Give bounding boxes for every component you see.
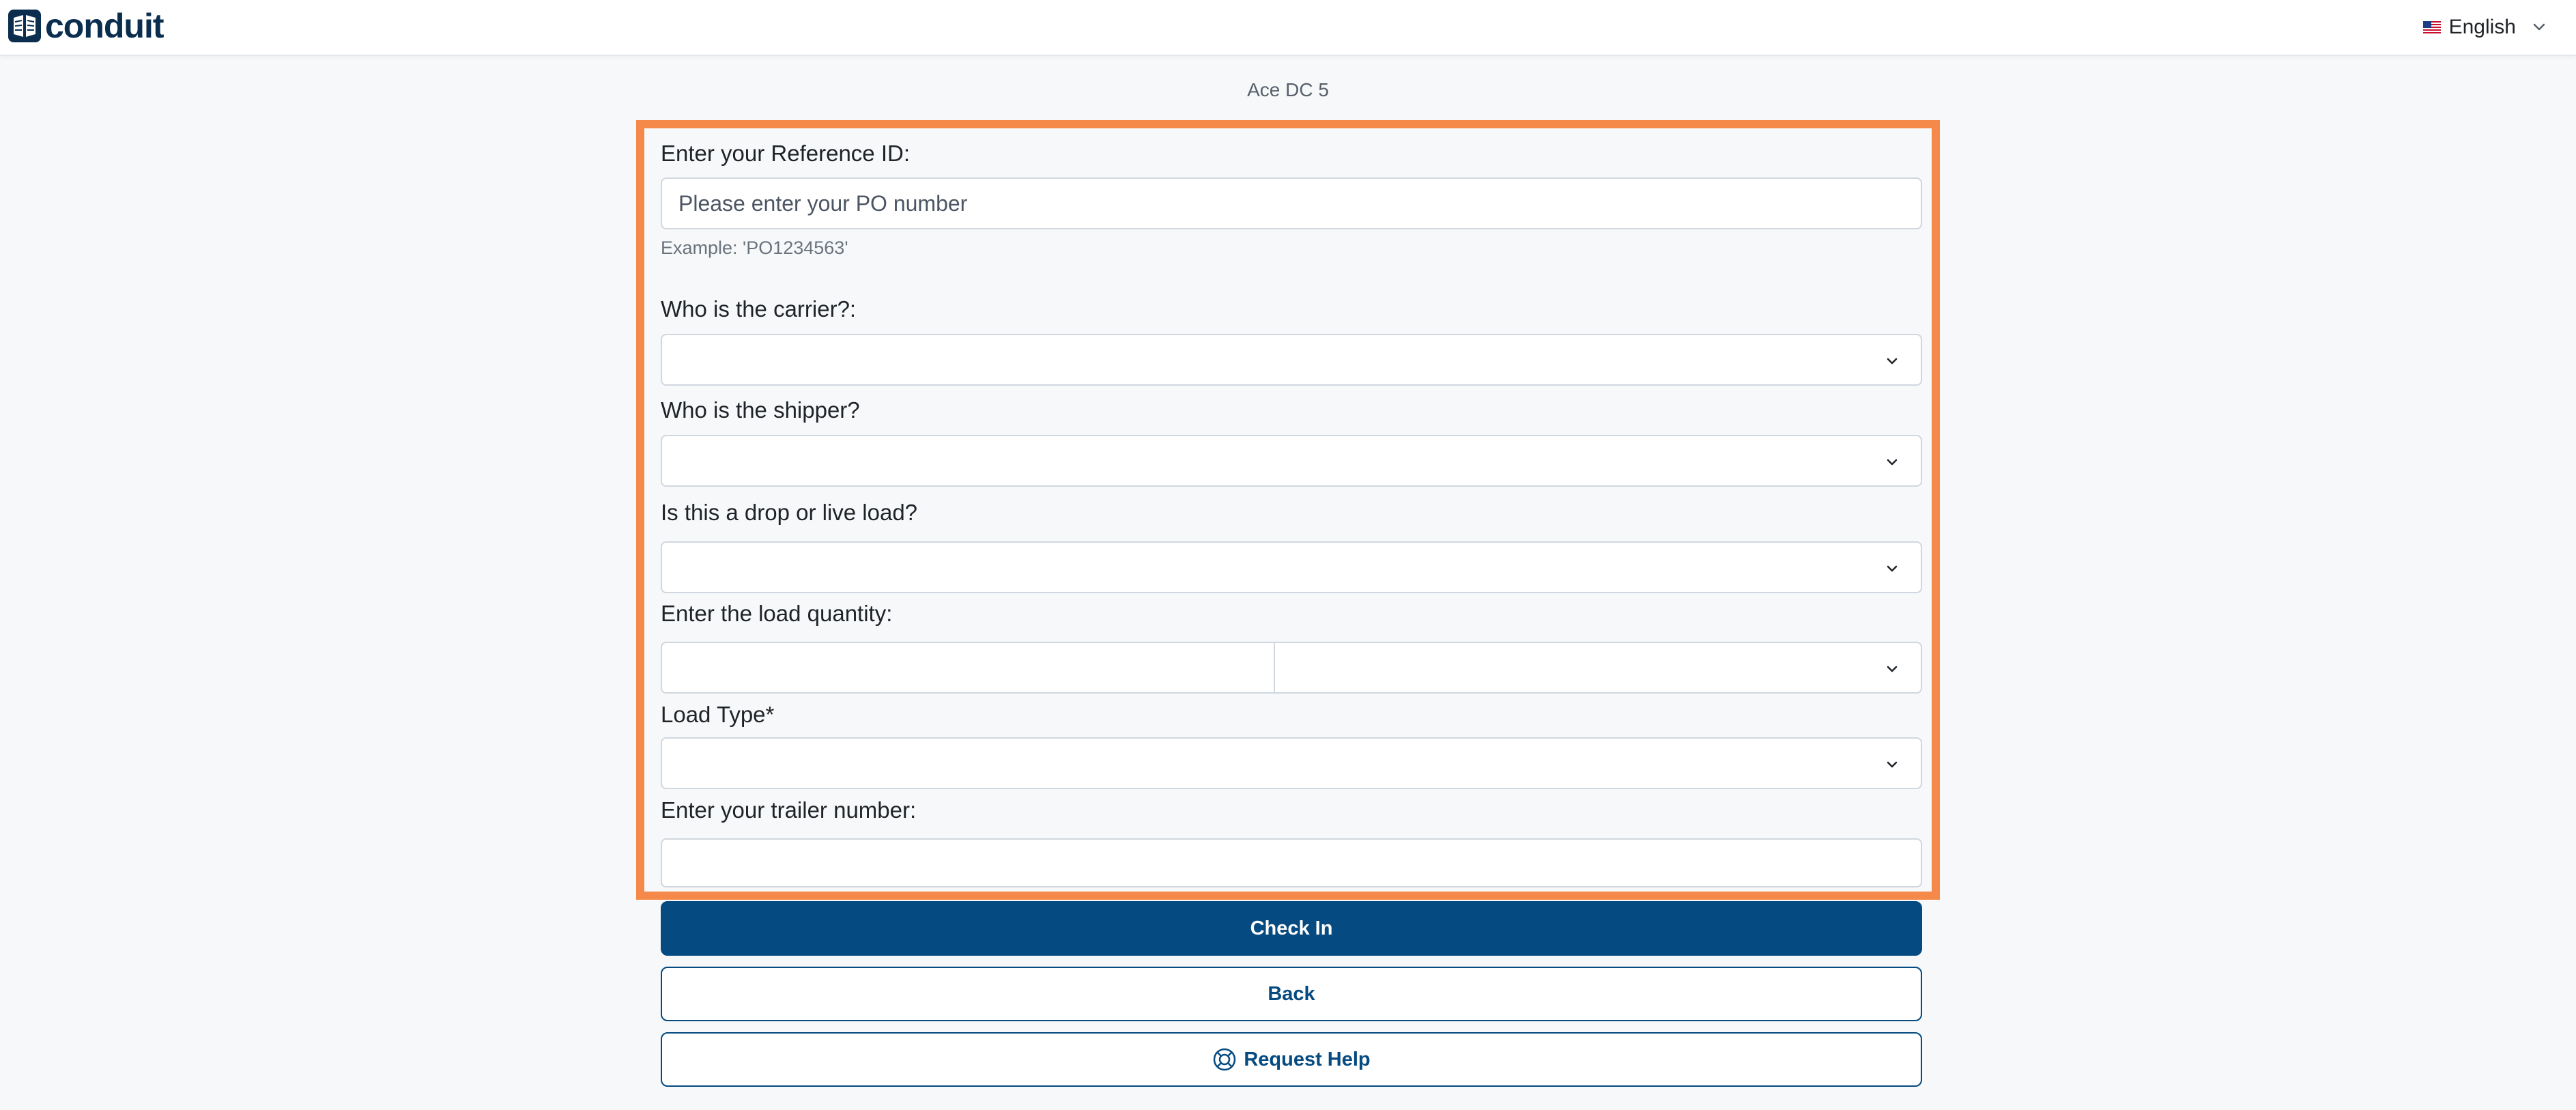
chevron-down-icon	[1887, 666, 1898, 672]
request-help-label: Request Help	[1244, 1048, 1371, 1070]
shipper-select[interactable]	[661, 435, 1922, 487]
language-selector[interactable]: English	[2422, 11, 2549, 44]
load-mode-select[interactable]	[661, 541, 1922, 593]
back-label: Back	[1268, 982, 1315, 1005]
shipper-label: Who is the shipper?	[661, 397, 860, 423]
load-quantity-field[interactable]	[662, 643, 1275, 692]
back-button[interactable]: Back	[661, 967, 1922, 1021]
trailer-number-input[interactable]	[662, 840, 1921, 886]
conduit-logo[interactable]: conduit	[7, 7, 164, 45]
chevron-down-icon	[1887, 459, 1898, 466]
load-quantity-group	[661, 642, 1922, 694]
trailer-number-label: Enter your trailer number:	[661, 797, 917, 823]
trailer-number-field[interactable]	[661, 838, 1922, 887]
top-header: conduit English	[0, 0, 2576, 56]
carrier-select[interactable]	[661, 334, 1922, 386]
reference-id-input[interactable]	[662, 179, 1921, 228]
chevron-down-icon	[1887, 358, 1898, 365]
chevron-down-icon	[1887, 761, 1898, 768]
reference-id-label: Enter your Reference ID:	[661, 141, 910, 166]
site-name: Ace DC 5	[1247, 79, 1329, 100]
load-quantity-label: Enter the load quantity:	[661, 601, 893, 626]
conduit-logo-icon	[8, 10, 41, 42]
chevron-down-icon	[1887, 565, 1898, 572]
load-type-select[interactable]	[661, 737, 1922, 789]
reference-id-hint: Example: 'PO1234563'	[661, 238, 848, 258]
logo-text: conduit	[45, 7, 164, 45]
chevron-down-icon	[2533, 23, 2545, 31]
reference-id-field[interactable]	[661, 177, 1922, 229]
load-type-label: Load Type*	[661, 702, 775, 727]
us-flag-icon	[2422, 21, 2441, 33]
load-quantity-unit-select[interactable]	[1275, 643, 1921, 692]
load-mode-label: Is this a drop or live load?	[661, 500, 918, 525]
carrier-label: Who is the carrier?:	[661, 296, 857, 322]
request-help-button[interactable]: Request Help	[661, 1032, 1922, 1087]
load-quantity-input[interactable]	[662, 643, 1274, 692]
language-label: English	[2448, 16, 2516, 38]
lifebuoy-icon	[1214, 1048, 1236, 1071]
check-in-label: Check In	[1250, 917, 1333, 939]
check-in-button[interactable]: Check In	[661, 901, 1922, 956]
